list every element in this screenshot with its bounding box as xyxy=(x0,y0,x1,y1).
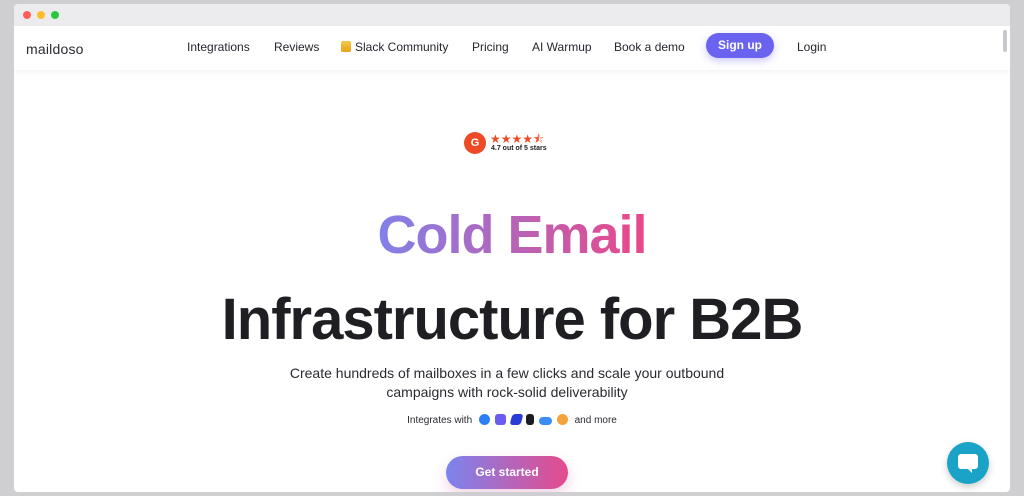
hero-headline: Infrastructure for B2B xyxy=(221,287,804,352)
nav-slack-community-label: Slack Community xyxy=(355,40,449,54)
integrates-suffix: and more xyxy=(574,415,617,426)
nav-ai-warmup[interactable]: AI Warmup xyxy=(532,40,592,54)
integration-icon-4 xyxy=(526,414,535,425)
hero-headline-gradient: Cold Email xyxy=(14,204,1010,266)
integrates-prefix: Integrates with xyxy=(407,415,473,426)
maximize-window-icon[interactable] xyxy=(51,11,59,19)
slack-emoji-icon xyxy=(341,41,351,52)
rating-text: 4.7 out of 5 stars xyxy=(491,145,547,152)
nav-slack-community[interactable]: Slack Community xyxy=(341,40,448,54)
logo[interactable]: maildoso xyxy=(26,41,84,57)
close-window-icon[interactable] xyxy=(23,11,31,19)
nav-pricing[interactable]: Pricing xyxy=(472,40,509,54)
integrations-row: Integrates with and more xyxy=(14,414,1010,428)
chat-icon[interactable] xyxy=(947,442,989,484)
browser-window: maildoso Integrations Reviews Slack Comm… xyxy=(14,4,1010,492)
nav-book-demo[interactable]: Book a demo xyxy=(614,40,685,54)
g2-logo-icon: G xyxy=(464,132,486,154)
g2-rating-badge[interactable]: G ★★★★⯪ 4.7 out of 5 stars xyxy=(464,132,564,158)
integration-icon-5 xyxy=(539,417,553,425)
get-started-button[interactable]: Get started xyxy=(446,456,568,489)
integration-logos xyxy=(478,414,569,428)
login-link[interactable]: Login xyxy=(797,40,826,54)
minimize-window-icon[interactable] xyxy=(37,11,45,19)
scrollbar[interactable] xyxy=(1003,30,1007,52)
integration-icon-3 xyxy=(509,414,523,425)
hero-subtitle: Create hundreds of mailboxes in a few cl… xyxy=(289,365,725,400)
integration-icon-1 xyxy=(478,414,490,425)
signup-button[interactable]: Sign up xyxy=(706,33,774,58)
title-bar xyxy=(14,4,1010,27)
top-navbar: maildoso Integrations Reviews Slack Comm… xyxy=(14,26,1010,70)
chat-bubble-tail xyxy=(966,467,972,473)
nav-integrations[interactable]: Integrations xyxy=(187,40,250,54)
nav-reviews[interactable]: Reviews xyxy=(274,40,319,54)
integration-icon-6 xyxy=(556,414,568,425)
integration-icon-2 xyxy=(494,414,506,425)
